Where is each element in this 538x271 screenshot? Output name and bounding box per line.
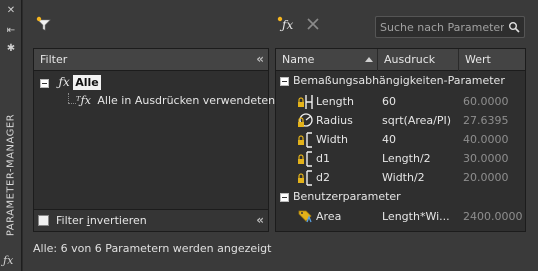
collapse-node-icon[interactable]	[40, 78, 49, 88]
fx-icon: ƒx	[58, 75, 70, 89]
param-expression[interactable]: 60	[382, 92, 396, 111]
auto-hide-icon[interactable]: ⇤	[4, 24, 18, 38]
column-header-label: Ausdruck	[384, 53, 436, 66]
param-value: 40.0000	[463, 133, 509, 146]
param-value: 30.0000	[463, 152, 509, 165]
collapse-group-icon[interactable]	[280, 192, 289, 202]
param-name: d1	[316, 152, 330, 165]
filter-funnel-icon	[36, 16, 51, 31]
create-filter-group-button[interactable]	[35, 16, 53, 32]
new-parameter-fx-icon: ƒx	[277, 16, 293, 32]
invert-filter-text: nvertieren	[89, 214, 147, 227]
group-row-user-parameters[interactable]: Benutzerparameter	[276, 187, 525, 206]
filter-panel-footer: Filter invertieren «	[34, 209, 268, 231]
filter-panel: Filter « ƒx Alle ᵀƒx Alle in Ausdrücken …	[33, 48, 275, 232]
group-title: Benutzerparameter	[293, 190, 401, 203]
tree-item-all[interactable]: ƒx Alle	[40, 75, 101, 93]
grid-header: Name Ausdruck Wert	[276, 49, 525, 71]
param-name: Length	[316, 95, 354, 108]
linear-constraint-lock-icon	[298, 95, 313, 109]
param-expression[interactable]: sqrt(Area/PI)	[382, 111, 451, 130]
param-expression[interactable]: Length/2	[382, 149, 431, 168]
parameter-row[interactable]: Length 60 60.0000	[276, 92, 525, 111]
palette-title: PARAMETER-MANAGER	[5, 113, 17, 237]
group-title: Bemaßungsabhängigkeiten-Parameter	[293, 74, 505, 87]
invert-filter-label[interactable]: Filter invertieren	[56, 214, 147, 227]
palette-title-strip: ✕ ⇤ ✱ PARAMETER-MANAGER ƒx	[0, 0, 22, 271]
column-header-name[interactable]: Name	[276, 49, 378, 71]
linear-constraint-lock-icon	[298, 170, 312, 186]
collapse-filter-footer-icon[interactable]: «	[256, 213, 264, 227]
param-value: 27.6395	[463, 114, 509, 127]
tree-item-label: Alle	[73, 75, 101, 90]
search-box[interactable]	[375, 16, 525, 38]
filter-panel-title: Filter	[40, 53, 68, 66]
user-parameter-icon	[298, 210, 312, 223]
linear-constraint-lock-icon	[298, 151, 312, 167]
filter-panel-header: Filter «	[34, 49, 268, 71]
param-expression[interactable]: 40	[382, 130, 396, 149]
column-header-label: Wert	[465, 53, 491, 66]
column-header-expression[interactable]: Ausdruck	[378, 49, 459, 71]
parameter-row[interactable]: d2 Width/2 20.0000	[276, 168, 525, 187]
parameter-row[interactable]: Width 40 40.0000	[276, 130, 525, 149]
radius-constraint-lock-icon	[298, 113, 313, 127]
close-icon[interactable]: ✕	[4, 4, 18, 18]
svg-text:ƒx: ƒx	[279, 18, 293, 32]
parameter-row[interactable]: d1 Length/2 30.0000	[276, 149, 525, 168]
param-name: Radius	[316, 114, 353, 127]
parameter-grid: Name Ausdruck Wert Bemaßungsabhängigkeit…	[275, 48, 526, 232]
column-header-value[interactable]: Wert	[459, 49, 525, 71]
status-text: Alle: 6 von 6 Parametern werden angezeig…	[33, 242, 272, 255]
properties-gear-icon[interactable]: ✱	[4, 42, 18, 56]
tree-item-used-in-expressions[interactable]: ᵀƒx Alle in Ausdrücken verwendeten	[76, 94, 275, 112]
invert-filter-text: Filter	[56, 214, 87, 227]
param-expression[interactable]: Width/2	[382, 168, 425, 187]
fx-icon: ƒx	[3, 254, 14, 267]
delete-x-icon	[307, 18, 319, 30]
param-name: Area	[316, 210, 342, 223]
group-row-dimensional[interactable]: Bemaßungsabhängigkeiten-Parameter	[276, 71, 525, 90]
param-value: 20.0000	[463, 171, 509, 184]
search-input[interactable]	[380, 19, 504, 35]
parameter-manager-panel: ƒx Filter « ƒx Alle ᵀƒx	[23, 0, 538, 271]
invert-filter-checkbox[interactable]	[38, 215, 49, 226]
sort-ascending-icon	[365, 57, 373, 62]
tree-connector	[68, 93, 69, 103]
tree-connector	[68, 103, 76, 104]
parameter-row[interactable]: Area Length*Wi... 2400.0000	[276, 207, 525, 226]
parameter-row[interactable]: Radius sqrt(Area/PI) 27.6395	[276, 111, 525, 130]
param-expression[interactable]: Length*Wi...	[382, 207, 450, 226]
collapse-filter-icon[interactable]: «	[256, 52, 264, 66]
toolbar: ƒx	[23, 0, 538, 44]
param-value: 2400.0000	[463, 210, 523, 223]
collapse-group-icon[interactable]	[280, 76, 289, 86]
column-header-label: Name	[282, 53, 315, 66]
search-icon[interactable]	[508, 21, 520, 33]
new-user-parameter-button[interactable]: ƒx	[277, 16, 299, 32]
param-name: d2	[316, 171, 330, 184]
param-name: Width	[316, 133, 348, 146]
param-value: 60.0000	[463, 95, 509, 108]
filtered-fx-icon: ᵀƒx	[76, 94, 91, 107]
linear-constraint-lock-icon	[298, 132, 312, 148]
tree-item-label: Alle in Ausdrücken verwendeten	[97, 94, 276, 107]
delete-parameter-button[interactable]	[305, 16, 323, 32]
